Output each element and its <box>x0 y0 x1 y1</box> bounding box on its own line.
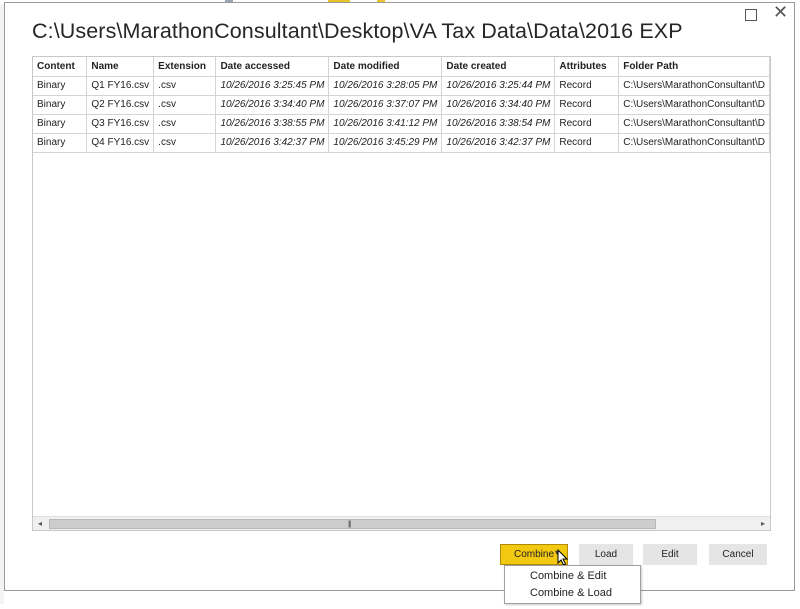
cell-date-accessed: 10/26/2016 3:42:37 PM <box>215 133 330 153</box>
column-header[interactable]: Content <box>33 57 88 77</box>
table-row[interactable]: Binary Q2 FY16.csv .csv 10/26/2016 3:34:… <box>33 95 770 115</box>
cell-attributes[interactable]: Record <box>554 114 620 134</box>
cell-folder-path: C:\Users\MarathonConsultant\D <box>618 95 770 115</box>
cell-date-created: 10/26/2016 3:42:37 PM <box>441 133 556 153</box>
scroll-left-icon[interactable]: ◂ <box>33 517 47 530</box>
column-header[interactable]: Attributes <box>554 57 620 77</box>
load-button[interactable]: Load <box>579 544 633 565</box>
maximize-icon[interactable] <box>745 9 757 21</box>
mouse-cursor-icon <box>557 549 569 566</box>
table-row[interactable]: Binary Q3 FY16.csv .csv 10/26/2016 3:38:… <box>33 114 770 134</box>
menu-item-combine-edit[interactable]: Combine & Edit <box>530 570 606 582</box>
combine-button-label: Combine <box>513 549 555 560</box>
column-header[interactable]: Date accessed <box>215 57 330 77</box>
cancel-button[interactable]: Cancel <box>709 544 767 565</box>
column-header[interactable]: Folder Path <box>618 57 770 77</box>
table-row[interactable]: Binary Q1 FY16.csv .csv 10/26/2016 3:25:… <box>33 76 770 96</box>
column-header[interactable]: Extension <box>153 57 217 77</box>
menu-item-combine-load[interactable]: Combine & Load <box>530 587 612 599</box>
cell-date-accessed: 10/26/2016 3:34:40 PM <box>215 95 330 115</box>
cell-extension: .csv <box>153 114 217 134</box>
column-header[interactable]: Date modified <box>328 57 443 77</box>
cell-name: Q2 FY16.csv <box>86 95 155 115</box>
cell-content[interactable]: Binary <box>33 114 88 134</box>
table-row[interactable]: Binary Q4 FY16.csv .csv 10/26/2016 3:42:… <box>33 133 770 153</box>
combine-dropdown-menu: Combine & Edit Combine & Load <box>504 565 641 604</box>
cell-name: Q4 FY16.csv <box>86 133 155 153</box>
table-header-row: Content Name Extension Date accessed Dat… <box>33 57 770 77</box>
edit-button[interactable]: Edit <box>643 544 697 565</box>
cell-content[interactable]: Binary <box>33 133 88 153</box>
cell-content[interactable]: Binary <box>33 76 88 96</box>
navigator-dialog: ✕ C:\Users\MarathonConsultant\Desktop\VA… <box>4 2 795 591</box>
cell-date-accessed: 10/26/2016 3:25:45 PM <box>215 76 330 96</box>
cell-attributes[interactable]: Record <box>554 95 620 115</box>
cell-folder-path: C:\Users\MarathonConsultant\D <box>618 76 770 96</box>
column-header[interactable]: Name <box>86 57 155 77</box>
file-table-grid: Content Name Extension Date accessed Dat… <box>33 57 770 153</box>
cell-attributes[interactable]: Record <box>554 133 620 153</box>
cell-date-modified: 10/26/2016 3:37:07 PM <box>328 95 443 115</box>
horizontal-scrollbar[interactable]: ◂ ||| ▸ <box>33 516 770 530</box>
close-icon[interactable]: ✕ <box>773 4 788 22</box>
scrollbar-thumb[interactable]: ||| <box>49 519 656 529</box>
cell-attributes[interactable]: Record <box>554 76 620 96</box>
cell-extension: .csv <box>153 133 217 153</box>
cell-name: Q3 FY16.csv <box>86 114 155 134</box>
column-header[interactable]: Date created <box>441 57 556 77</box>
cell-date-modified: 10/26/2016 3:41:12 PM <box>328 114 443 134</box>
cell-date-modified: 10/26/2016 3:28:05 PM <box>328 76 443 96</box>
cell-extension: .csv <box>153 95 217 115</box>
cell-content[interactable]: Binary <box>33 95 88 115</box>
cell-extension: .csv <box>153 76 217 96</box>
cell-folder-path: C:\Users\MarathonConsultant\D <box>618 133 770 153</box>
cell-date-modified: 10/26/2016 3:45:29 PM <box>328 133 443 153</box>
scroll-right-icon[interactable]: ▸ <box>756 517 770 530</box>
dialog-title: C:\Users\MarathonConsultant\Desktop\VA T… <box>32 19 683 43</box>
cell-folder-path: C:\Users\MarathonConsultant\D <box>618 114 770 134</box>
cell-date-created: 10/26/2016 3:38:54 PM <box>441 114 556 134</box>
cell-name: Q1 FY16.csv <box>86 76 155 96</box>
cell-date-created: 10/26/2016 3:34:40 PM <box>441 95 556 115</box>
cell-date-created: 10/26/2016 3:25:44 PM <box>441 76 556 96</box>
grip-icon: ||| <box>348 521 352 528</box>
cell-date-accessed: 10/26/2016 3:38:55 PM <box>215 114 330 134</box>
file-table: Content Name Extension Date accessed Dat… <box>32 56 771 531</box>
